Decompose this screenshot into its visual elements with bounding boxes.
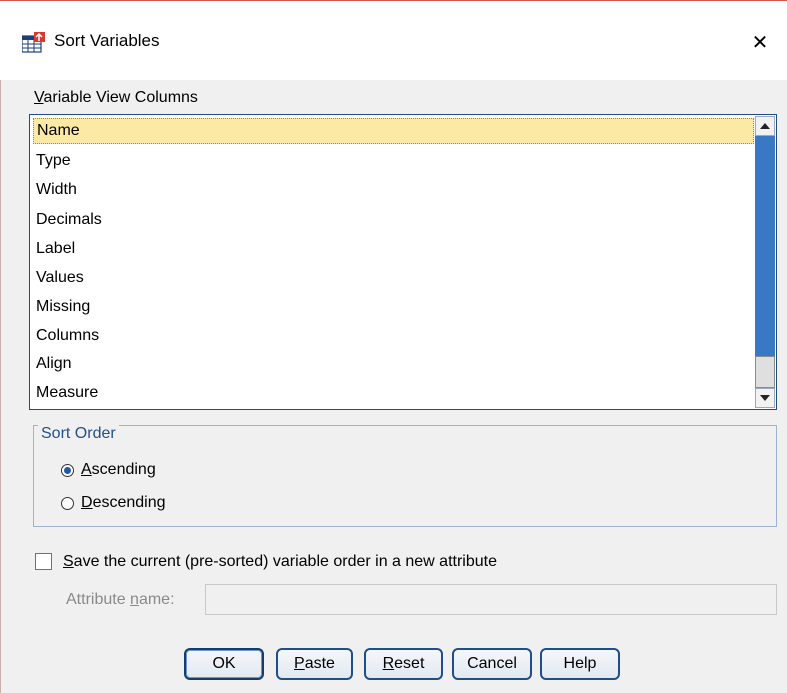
columns-list-label: Variable View Columns: [34, 89, 198, 106]
ok-button[interactable]: OK: [184, 648, 264, 680]
cancel-button[interactable]: Cancel: [452, 648, 532, 680]
list-item-width[interactable]: Width: [33, 177, 754, 203]
scrollbar-thumb[interactable]: [755, 356, 775, 388]
close-icon: ✕: [751, 31, 769, 54]
list-item-name[interactable]: Name: [33, 118, 754, 144]
attribute-name-label: Attribute name:: [66, 591, 175, 608]
title-bar: Sort Variables ✕: [0, 0, 787, 80]
scroll-up-button[interactable]: [755, 116, 775, 136]
reset-button[interactable]: Reset: [364, 648, 443, 680]
help-button[interactable]: Help: [540, 648, 620, 680]
paste-button[interactable]: Paste: [276, 648, 353, 680]
descending-radio-option[interactable]: Descending: [61, 494, 166, 512]
vertical-scrollbar[interactable]: [755, 116, 775, 408]
triangle-down-icon: [760, 395, 770, 401]
sort-order-legend: Sort Order: [38, 425, 119, 443]
list-item-values[interactable]: Values: [33, 265, 754, 291]
list-item-align[interactable]: Align: [33, 351, 754, 377]
window-title: Sort Variables: [54, 31, 160, 50]
ascending-radio-option[interactable]: Ascending: [61, 461, 156, 479]
list-item-type[interactable]: Type: [33, 148, 754, 174]
descending-radio[interactable]: [61, 496, 74, 510]
attribute-name-input[interactable]: [205, 584, 777, 615]
scroll-down-button[interactable]: [755, 388, 775, 408]
close-button[interactable]: ✕: [733, 15, 787, 69]
list-item-decimals[interactable]: Decimals: [33, 207, 754, 233]
list-item-label[interactable]: Label: [33, 236, 754, 262]
save-order-label[interactable]: Save the current (pre-sorted) variable o…: [63, 553, 497, 571]
ascending-label: Ascending: [81, 461, 156, 478]
triangle-up-icon: [760, 123, 770, 129]
list-item-columns[interactable]: Columns: [33, 323, 754, 349]
spss-dataset-icon: [22, 32, 45, 53]
variable-view-columns-listbox[interactable]: Name Type Width Decimals Label Values Mi…: [29, 114, 777, 410]
save-order-checkbox[interactable]: [35, 553, 52, 570]
list-item-measure[interactable]: Measure: [33, 380, 754, 406]
ascending-radio[interactable]: [61, 463, 74, 477]
list-item-missing[interactable]: Missing: [33, 294, 754, 320]
descending-label: Descending: [81, 494, 166, 511]
